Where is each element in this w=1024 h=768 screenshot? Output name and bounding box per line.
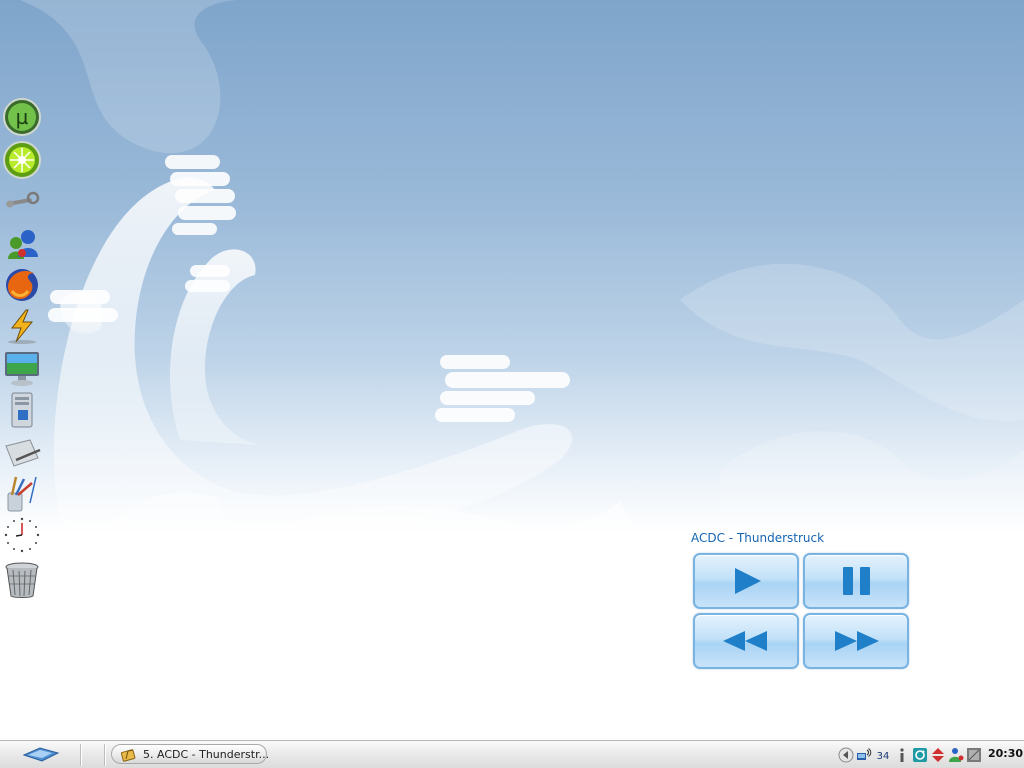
pause-button[interactable] <box>803 553 909 609</box>
window-icon[interactable] <box>966 747 982 763</box>
firefox-icon[interactable] <box>2 265 42 305</box>
clock[interactable]: 20:30 <box>988 747 1023 760</box>
pen-tablet-icon[interactable] <box>2 432 42 472</box>
task-button-player[interactable]: 5. ACDC - Thunderstr... <box>111 744 270 764</box>
play-button[interactable] <box>693 553 799 609</box>
taskbar: 5. ACDC - Thunderstr... 34 20:30 <box>0 740 1024 768</box>
fast-forward-icon <box>835 631 879 651</box>
taskbar-separator <box>104 744 106 766</box>
limewire-icon[interactable] <box>2 140 42 180</box>
rewind-icon <box>723 631 767 651</box>
pause-icon <box>843 567 870 595</box>
play-icon <box>735 568 761 594</box>
steam-icon[interactable] <box>2 180 42 220</box>
previous-button[interactable] <box>693 613 799 669</box>
system-tower-icon[interactable] <box>2 390 42 430</box>
system-tray: 34 <box>834 744 984 766</box>
start-menu-icon <box>22 747 60 762</box>
user-icon[interactable] <box>948 747 964 763</box>
next-button[interactable] <box>803 613 909 669</box>
clock-icon[interactable] <box>2 515 42 555</box>
svg-text:µ: µ <box>16 105 29 129</box>
back-arrow-icon[interactable] <box>838 747 854 763</box>
winamp-icon[interactable] <box>2 306 42 346</box>
network-icon[interactable] <box>856 747 872 763</box>
music-note-icon <box>121 749 136 762</box>
language-indicator-icon[interactable]: 34 <box>875 747 890 763</box>
taskbar-separator <box>80 744 82 766</box>
my-computer-icon[interactable] <box>2 348 42 388</box>
start-button[interactable] <box>18 744 64 766</box>
paint-brushes-icon[interactable] <box>2 473 42 513</box>
media-player-widget: ACDC - Thunderstruck <box>690 530 910 670</box>
up-down-arrows-icon[interactable] <box>930 747 946 763</box>
info-icon[interactable] <box>894 747 910 763</box>
messenger-icon[interactable] <box>2 223 42 263</box>
refresh-icon[interactable] <box>912 747 928 763</box>
utorrent-icon[interactable]: µ <box>2 97 42 137</box>
recycle-bin-icon[interactable] <box>2 560 42 600</box>
svg-text:34: 34 <box>877 751 890 762</box>
task-button-label: 5. ACDC - Thunderstr... <box>143 748 270 761</box>
dock: µ <box>0 95 44 605</box>
track-title: ACDC - Thunderstruck <box>691 531 825 545</box>
desktop: µ ACDC - Thunderstruck <box>0 0 1024 740</box>
